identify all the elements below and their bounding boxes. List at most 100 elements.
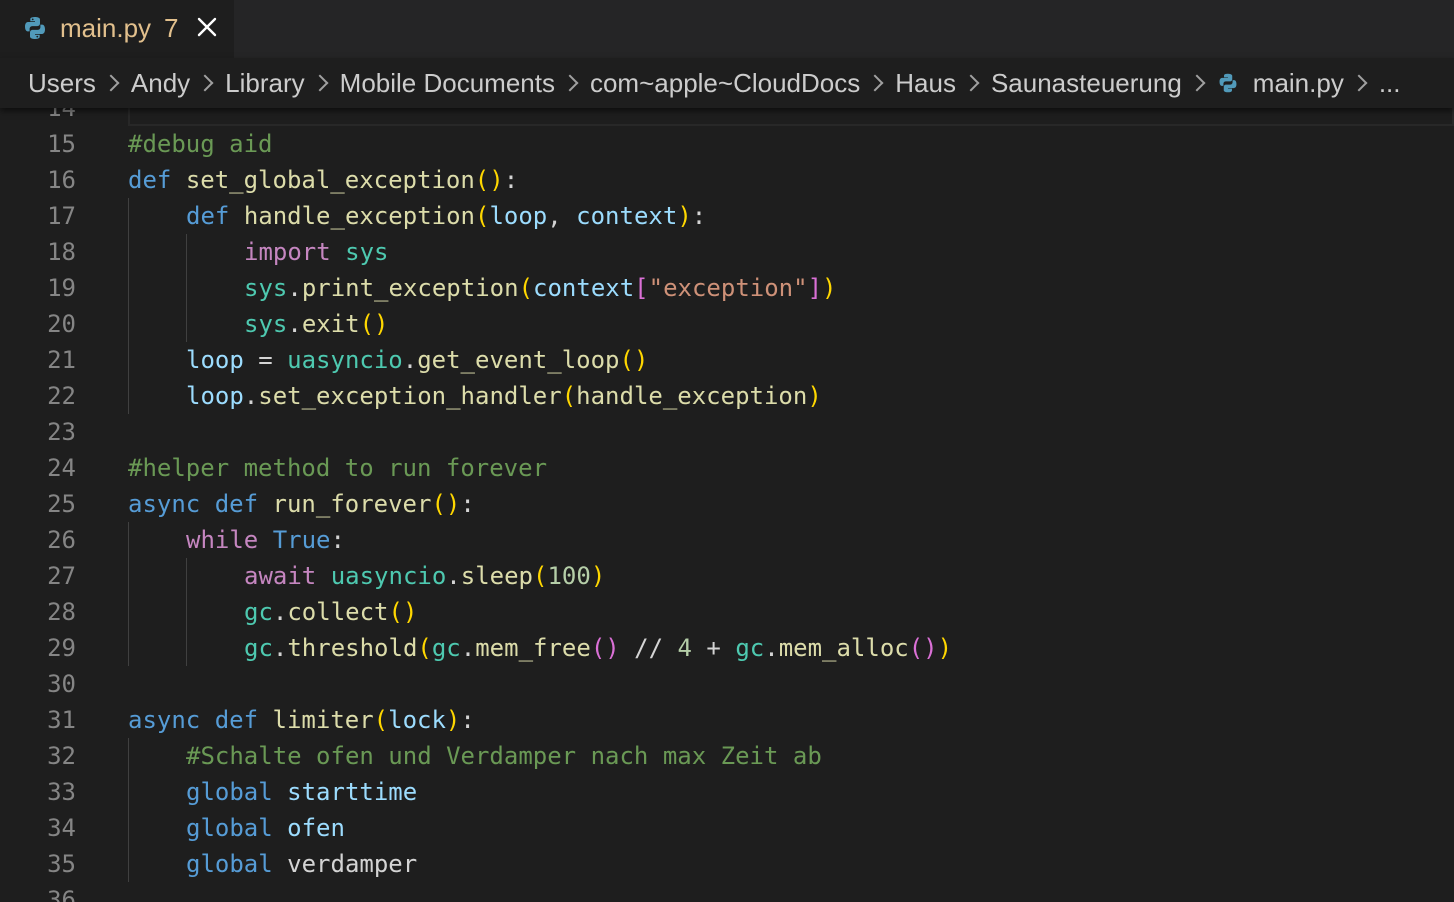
breadcrumb-item-library[interactable]: Library	[225, 68, 304, 99]
chevron-right-icon	[102, 74, 120, 92]
code-line[interactable]: 28 gc.collect()	[0, 594, 1454, 630]
code-line[interactable]: 22 loop.set_exception_handler(handle_exce…	[0, 378, 1454, 414]
breadcrumb-item-main-py[interactable]: main.py	[1217, 68, 1344, 99]
code-token: (	[417, 634, 432, 662]
code-token: loop	[489, 202, 548, 230]
code-token: 4	[677, 634, 692, 662]
code-token: #helper method to run forever	[128, 454, 548, 482]
code-token: gc	[431, 634, 461, 662]
code-text: import sys	[244, 234, 389, 270]
code-token: async	[128, 706, 201, 734]
code-line[interactable]: 21 loop = uasyncio.get_event_loop()	[0, 342, 1454, 378]
code-token: set_global_exception	[185, 166, 475, 194]
code-token: .	[446, 562, 461, 590]
breadcrumb-item-clouddocs[interactable]: com~apple~CloudDocs	[590, 68, 860, 99]
breadcrumb-item-mobile-documents[interactable]: Mobile Documents	[340, 68, 555, 99]
code-token: =	[243, 346, 288, 374]
code-token: context	[576, 202, 678, 230]
code-token: ,	[547, 202, 577, 230]
breadcrumb-item-more[interactable]: ...	[1379, 68, 1401, 99]
line-number: 22	[47, 382, 76, 410]
code-text: gc.threshold(gc.mem_free() // 4 + gc.mem…	[244, 630, 952, 666]
code-token: context	[533, 274, 635, 302]
line-number: 34	[47, 814, 76, 842]
code-text: async def limiter(lock):	[128, 702, 475, 738]
code-token: loop	[186, 346, 244, 374]
code-line[interactable]: 31 async def limiter(lock):	[0, 702, 1454, 738]
tab-bar: main.py 7	[0, 0, 1454, 58]
breadcrumb-item-andy[interactable]: Andy	[131, 68, 190, 99]
code-token: ]	[807, 274, 823, 302]
code-line[interactable]: 20 sys.exit()	[0, 306, 1454, 342]
code-text: sys.exit()	[244, 306, 389, 342]
chevron-right-icon	[962, 74, 980, 92]
code-token: ()	[619, 346, 649, 374]
code-text: def handle_exception(loop, context):	[186, 198, 706, 234]
code-line[interactable]: 25 async def run_forever():	[0, 486, 1454, 522]
code-line[interactable]: 36	[0, 882, 1454, 902]
code-line[interactable]: 32 #Schalte ofen und Verdamper nach max Z…	[0, 738, 1454, 774]
breadcrumb-item-haus[interactable]: Haus	[895, 68, 956, 99]
code-text: global ofen	[186, 810, 345, 846]
line-number: 30	[47, 670, 76, 698]
code-line[interactable]: 17 def handle_exception(loop, context):	[0, 198, 1454, 234]
code-token: get_event_loop	[417, 346, 620, 374]
code-token: :	[503, 166, 519, 194]
code-line[interactable]: 16 def set_global_exception():	[0, 162, 1454, 198]
code-line[interactable]: 30	[0, 666, 1454, 702]
code-editor[interactable]: 14 15 #debug aid 16 def set_global_exception…	[0, 108, 1454, 902]
code-token: collect	[287, 598, 389, 626]
code-token: #Schalte ofen und Verdamper nach max Zei…	[186, 742, 822, 770]
breadcrumb: Users Andy Library Mobile Documents com~…	[0, 58, 1454, 108]
code-line[interactable]: 14	[0, 108, 1454, 126]
breadcrumb-item-saunasteuerung[interactable]: Saunasteuerung	[991, 68, 1182, 99]
code-token: )	[590, 562, 606, 590]
line-number: 32	[47, 742, 76, 770]
line-number: 26	[47, 526, 76, 554]
code-line[interactable]: 26 while True:	[0, 522, 1454, 558]
code-token: exit	[301, 310, 360, 338]
code-token: .	[764, 634, 779, 662]
code-token: sleep	[460, 562, 533, 590]
line-number: 14	[47, 108, 76, 122]
code-line[interactable]: 24 #helper method to run forever	[0, 450, 1454, 486]
code-text: await uasyncio.sleep(100)	[244, 558, 605, 594]
tab-main-py[interactable]: main.py 7	[0, 0, 234, 58]
code-token: sys	[244, 310, 288, 338]
code-line[interactable]: 18 import sys	[0, 234, 1454, 270]
code-line[interactable]: 34 global ofen	[0, 810, 1454, 846]
code-text: loop = uasyncio.get_event_loop()	[186, 342, 648, 378]
python-file-icon	[25, 17, 45, 39]
code-text: gc.collect()	[244, 594, 417, 630]
code-token: ()	[431, 490, 461, 518]
code-token: sys	[345, 238, 389, 266]
code-line[interactable]: 23	[0, 414, 1454, 450]
breadcrumb-item-users[interactable]: Users	[28, 68, 96, 99]
code-text: loop.set_exception_handler(handle_except…	[186, 378, 822, 414]
code-line[interactable]: 27 await uasyncio.sleep(100)	[0, 558, 1454, 594]
code-line[interactable]: 15 #debug aid	[0, 126, 1454, 162]
code-token: starttime	[287, 778, 418, 806]
close-icon[interactable]	[193, 13, 221, 41]
code-token: handle_exception	[243, 202, 475, 230]
code-text: sys.print_exception(context["exception"]…	[244, 270, 836, 306]
code-token: True	[272, 526, 331, 554]
code-line[interactable]: 35 global verdamper	[0, 846, 1454, 882]
code-token: import	[244, 238, 331, 266]
code-token: :	[691, 202, 707, 230]
line-number: 21	[47, 346, 76, 374]
code-token: ofen	[287, 814, 345, 842]
code-line[interactable]: 33 global starttime	[0, 774, 1454, 810]
code-token: uasyncio	[330, 562, 447, 590]
code-text: #debug aid	[128, 126, 273, 162]
chevron-right-icon	[561, 74, 579, 92]
code-line[interactable]: 29 gc.threshold(gc.mem_free() // 4 + gc.m…	[0, 630, 1454, 666]
code-token: async	[128, 490, 201, 518]
code-line[interactable]: 19 sys.print_exception(context["exception…	[0, 270, 1454, 306]
code-token: global	[186, 778, 273, 806]
